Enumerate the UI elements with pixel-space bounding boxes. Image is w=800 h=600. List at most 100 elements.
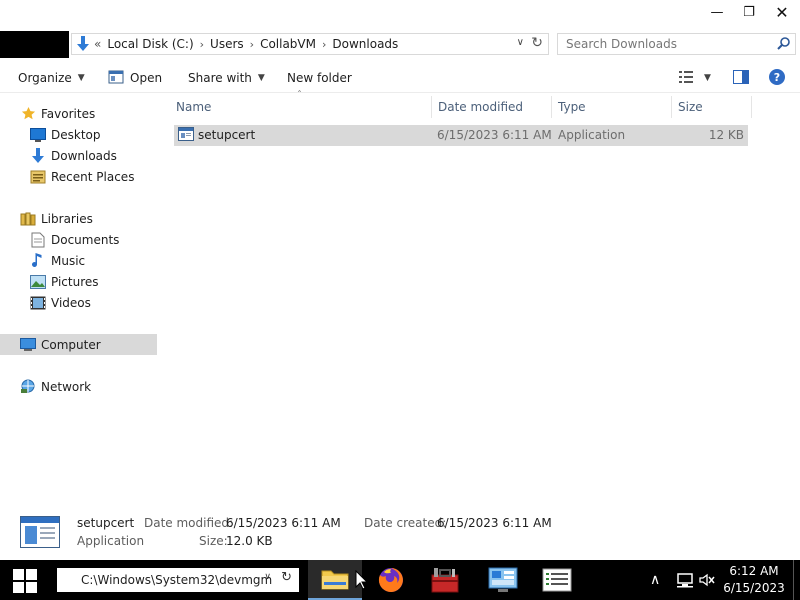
nav-label: Favorites — [41, 106, 96, 121]
mouse-cursor — [355, 569, 369, 593]
file-list-pane: ˆ Name Date modified Type Size setupcert… — [170, 90, 755, 506]
details-size-label: Size: — [199, 534, 228, 548]
breadcrumb-separator[interactable]: › — [250, 38, 254, 51]
details-date-created-label: Date created: — [364, 516, 447, 530]
desktop-icon — [29, 127, 47, 143]
nav-label: Computer — [41, 337, 101, 352]
nav-libraries[interactable]: Libraries — [0, 208, 157, 229]
minimize-button[interactable]: — — [700, 0, 734, 24]
libraries-icon — [19, 211, 37, 227]
breadcrumb-local-disk[interactable]: Local Disk (C:) — [107, 37, 193, 51]
column-label: Type — [558, 100, 586, 114]
downloads-icon — [72, 34, 94, 54]
nav-pictures[interactable]: Pictures — [0, 271, 157, 292]
column-label: Name — [176, 100, 212, 114]
details-file-name: setupcert — [77, 516, 135, 530]
address-toolbar-input[interactable]: C:\Windows\System32\devmgm ∨ ↻ — [57, 568, 299, 592]
preview-pane-button[interactable] — [733, 69, 749, 87]
chevron-down-icon[interactable]: ∨ — [517, 37, 524, 48]
help-icon: ? — [768, 68, 786, 89]
show-desktop-button[interactable] — [793, 560, 800, 600]
details-date-modified-label: Date modified: — [144, 516, 234, 530]
preview-pane-icon — [733, 69, 749, 87]
nav-videos[interactable]: Videos — [0, 292, 157, 313]
details-size-value: 12.0 KB — [226, 534, 273, 548]
explorer-window: — ❐ ✕ « Local Disk (C:) › Users › Collab… — [0, 0, 800, 560]
nav-downloads[interactable]: Downloads — [0, 145, 157, 166]
breadcrumb-overflow[interactable]: « — [94, 37, 101, 51]
organize-button[interactable]: Organize ▼ — [18, 69, 85, 87]
volume-muted-icon[interactable] — [698, 560, 716, 600]
nav-desktop[interactable]: Desktop — [0, 124, 157, 145]
breadcrumb-collabvm[interactable]: CollabVM — [260, 37, 316, 51]
column-header-name[interactable]: Name — [170, 96, 432, 118]
column-header-date-modified[interactable]: Date modified — [432, 96, 552, 118]
search-input[interactable] — [566, 37, 771, 51]
nav-music[interactable]: Music — [0, 250, 157, 271]
breadcrumb-separator[interactable]: › — [200, 38, 204, 51]
svg-text:?: ? — [774, 71, 780, 84]
search-icon[interactable] — [777, 36, 791, 53]
pictures-icon — [29, 274, 47, 290]
show-hidden-icons-button[interactable]: ∧ — [650, 560, 660, 600]
nav-label: Pictures — [51, 274, 99, 289]
new-folder-button[interactable]: New folder — [287, 69, 352, 87]
column-header-type[interactable]: Type — [552, 96, 672, 118]
breadcrumb-separator[interactable]: › — [322, 38, 326, 51]
videos-icon — [29, 295, 47, 311]
help-button[interactable]: ? — [768, 68, 786, 89]
taskbar-clock[interactable]: 6:12 AM 6/15/2023 — [718, 563, 790, 597]
chevron-down-icon[interactable]: ∨ — [264, 572, 271, 582]
address-bar[interactable]: « Local Disk (C:) › Users › CollabVM › D… — [71, 33, 549, 55]
refresh-icon[interactable]: ↻ — [531, 35, 543, 51]
nav-recent-places[interactable]: Recent Places — [0, 166, 157, 187]
windows-logo-icon — [13, 569, 37, 593]
search-box[interactable] — [557, 33, 796, 55]
chevron-down-icon: ▼ — [257, 73, 265, 83]
network-icon — [19, 379, 37, 395]
file-explorer-taskbar-button[interactable] — [308, 560, 362, 600]
back-forward-buttons[interactable] — [0, 31, 69, 58]
maximize-button[interactable]: ❐ — [732, 0, 766, 24]
title-bar: — ❐ ✕ — [0, 0, 800, 28]
notepad-taskbar-button[interactable] — [530, 560, 584, 600]
refresh-icon[interactable]: ↻ — [281, 570, 292, 585]
chevron-up-icon: ∧ — [650, 572, 661, 588]
nav-label: Desktop — [51, 127, 101, 142]
start-button[interactable] — [8, 568, 42, 594]
nav-computer[interactable]: Computer — [0, 334, 157, 355]
run-path-text: C:\Windows\System32\devmgm — [81, 573, 273, 587]
nav-documents[interactable]: Documents — [0, 229, 157, 250]
application-icon — [178, 127, 194, 144]
breadcrumb-downloads[interactable]: Downloads — [332, 37, 398, 51]
nav-label: Downloads — [51, 148, 117, 163]
list-document-icon — [542, 568, 572, 592]
nav-label: Videos — [51, 295, 91, 310]
nav-favorites[interactable]: Favorites — [0, 103, 157, 124]
computer-icon — [19, 337, 37, 353]
file-name: setupcert — [198, 128, 256, 142]
star-icon — [19, 106, 37, 122]
column-header-size[interactable]: Size — [672, 96, 752, 118]
nav-network[interactable]: Network — [0, 376, 157, 397]
organize-label: Organize — [18, 71, 72, 85]
chevron-down-icon: ▼ — [77, 73, 85, 83]
control-panel-taskbar-button[interactable] — [476, 560, 530, 600]
view-options-button[interactable]: ▼ — [678, 69, 711, 87]
column-label: Date modified — [438, 100, 524, 114]
share-with-button[interactable]: Share with ▼ — [188, 69, 265, 87]
open-app-icon — [108, 70, 124, 87]
chevron-down-icon: ▼ — [704, 73, 711, 83]
file-size: 12 KB — [708, 128, 744, 142]
open-button[interactable]: Open — [108, 69, 162, 87]
firefox-taskbar-button[interactable] — [364, 560, 418, 600]
control-panel-icon — [488, 567, 518, 592]
toolbox-taskbar-button[interactable] — [418, 560, 472, 600]
close-button[interactable]: ✕ — [765, 0, 799, 24]
network-tray-icon[interactable] — [676, 560, 694, 600]
file-row[interactable]: setupcert 6/15/2023 6:11 AM Application … — [174, 125, 748, 146]
breadcrumb-users[interactable]: Users — [210, 37, 244, 51]
application-large-icon — [20, 516, 60, 551]
clock-date: 6/15/2023 — [723, 581, 785, 595]
nav-label: Documents — [51, 232, 120, 247]
